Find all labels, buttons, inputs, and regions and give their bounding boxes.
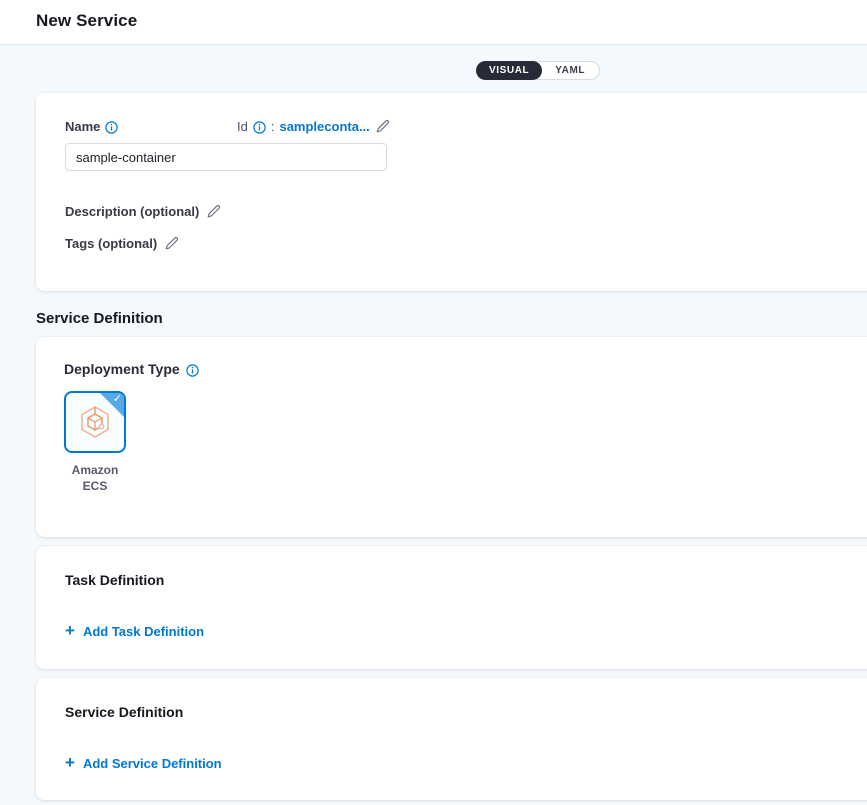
task-definition-card: Task Definition + Add Task Definition <box>36 546 867 669</box>
add-task-definition-label: Add Task Definition <box>83 624 204 639</box>
visual-yaml-toggle[interactable]: VISUAL YAML <box>476 61 600 80</box>
edit-description-icon[interactable] <box>206 204 221 219</box>
name-info-icon[interactable] <box>105 121 118 134</box>
page-header: New Service <box>0 0 867 45</box>
plus-icon: + <box>65 624 75 638</box>
plus-icon: + <box>65 756 75 770</box>
toggle-yaml[interactable]: YAML <box>541 62 599 79</box>
task-definition-title: Task Definition <box>65 572 867 588</box>
service-definition-title: Service Definition <box>65 704 867 720</box>
deployment-option-amazon-ecs[interactable]: ✓ <box>64 391 126 453</box>
add-service-definition-label: Add Service Definition <box>83 756 222 771</box>
toggle-visual[interactable]: VISUAL <box>476 61 542 80</box>
edit-id-icon[interactable] <box>375 119 390 134</box>
deployment-type-info-icon[interactable] <box>186 364 199 377</box>
description-label: Description (optional) <box>65 204 199 219</box>
add-task-definition-button[interactable]: + Add Task Definition <box>65 624 204 639</box>
service-definition-card: Service Definition + Add Service Definit… <box>36 678 867 800</box>
page-title: New Service <box>36 11 137 31</box>
tags-label: Tags (optional) <box>65 236 157 251</box>
check-icon: ✓ <box>113 394 122 405</box>
about-service-card: Name Id : sampleconta... Description (op… <box>36 93 867 291</box>
deployment-type-label: Deployment Type <box>64 361 180 377</box>
add-service-definition-button[interactable]: + Add Service Definition <box>65 756 222 771</box>
id-colon: : <box>271 119 275 134</box>
name-label: Name <box>65 119 100 134</box>
deployment-option-label: Amazon ECS <box>64 462 126 494</box>
id-value[interactable]: sampleconta... <box>279 119 369 134</box>
id-label: Id <box>237 119 248 134</box>
edit-tags-icon[interactable] <box>164 236 179 251</box>
service-name-input[interactable] <box>65 143 387 171</box>
service-definition-section-title: Service Definition <box>36 310 163 327</box>
deployment-type-card: Deployment Type ✓ <box>36 337 867 537</box>
id-info-icon[interactable] <box>253 121 266 134</box>
